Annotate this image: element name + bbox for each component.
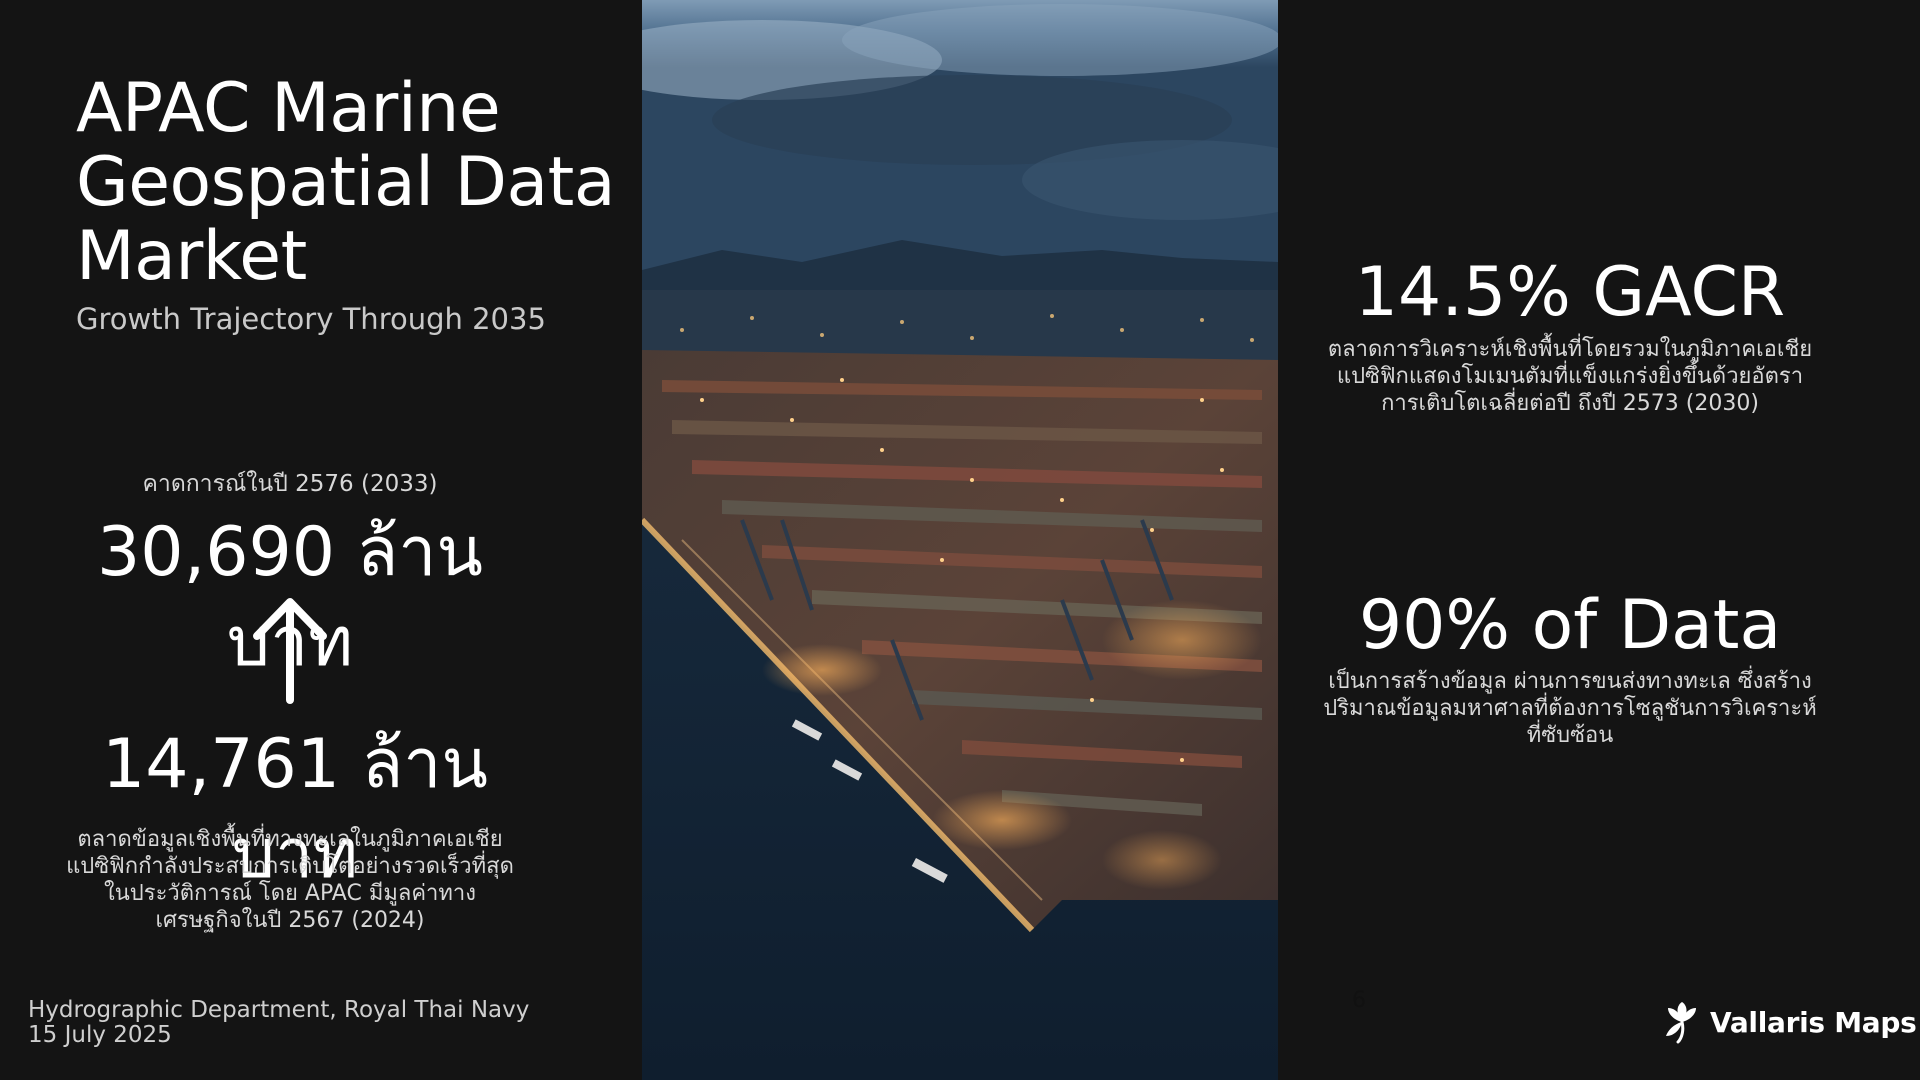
vallaris-logo: Vallaris Maps bbox=[1660, 1000, 1917, 1044]
logo-text: Vallaris Maps bbox=[1710, 1005, 1917, 1039]
vallaris-leaf-icon bbox=[1666, 1002, 1696, 1044]
forecast-label: คาดการณ์ในปี 2576 (2033) bbox=[142, 471, 438, 497]
stat-description-data: เป็นการสร้างข้อมูล ผ่านการขนส่งทางทะเล ซ… bbox=[1323, 669, 1817, 748]
stat-description-gacr: ตลาดการวิเคราะห์เชิงพื้นที่โดยรวมในภูมิภ… bbox=[1327, 337, 1813, 416]
slide: APAC Marine Geospatial Data Market Growt… bbox=[0, 0, 1920, 1080]
page-number: 6 bbox=[1352, 988, 1366, 1013]
arrow-up-icon bbox=[253, 598, 327, 704]
footer-organization: Hydrographic Department, Royal Thai Navy bbox=[28, 997, 530, 1023]
stat-value-data: 90% of Data bbox=[1358, 586, 1782, 665]
footer-date: 15 July 2025 bbox=[28, 1022, 172, 1048]
page-subtitle: Growth Trajectory Through 2035 bbox=[76, 302, 546, 336]
container-port-aerial-photo bbox=[642, 0, 1278, 1080]
stat-value-gacr: 14.5% GACR bbox=[1354, 253, 1786, 332]
current-description: ตลาดข้อมูลเชิงพื้นที่ทางทะเลในภูมิภาคเอเ… bbox=[66, 827, 514, 933]
footer: Hydrographic Department, Royal Thai Navy… bbox=[28, 998, 529, 1048]
page-title: APAC Marine Geospatial Data Market bbox=[76, 69, 616, 296]
